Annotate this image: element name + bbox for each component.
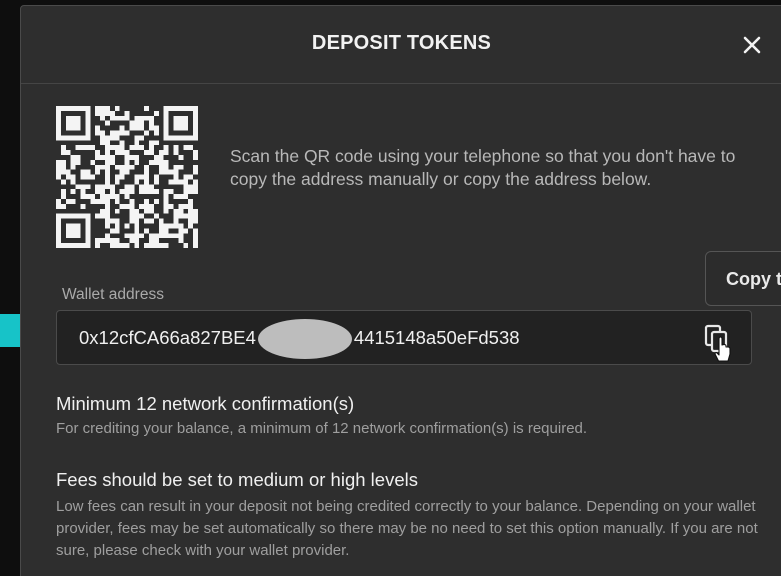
- wallet-address-field[interactable]: 0x12cfCA66a827BE4 4415148a50eFd538: [56, 310, 752, 365]
- info-title-fees: Fees should be set to medium or high lev…: [56, 469, 418, 490]
- modal-header: DEPOSIT TOKENS: [21, 6, 781, 84]
- modal-title: DEPOSIT TOKENS: [311, 32, 492, 54]
- wallet-address-label: Wallet address: [62, 286, 164, 303]
- close-button[interactable]: [739, 32, 765, 58]
- redaction-mark: [257, 319, 352, 360]
- info-title-confirmations: Minimum 12 network confirmation(s): [56, 393, 355, 414]
- deposit-tokens-modal: DEPOSIT TOKENS Scan the QR code using yo…: [20, 5, 781, 576]
- qr-code-icon: [56, 106, 198, 248]
- copy-icon: [704, 324, 731, 362]
- info-text-fees: Low fees can result in your deposit not …: [56, 498, 758, 559]
- close-icon: [743, 36, 761, 54]
- info-text-confirmations: For crediting your balance, a minimum of…: [56, 420, 588, 437]
- copy-address-button[interactable]: [703, 323, 735, 363]
- wallet-address-start: 0x12cfCA66a827BE4: [79, 327, 256, 348]
- wallet-address-value: 0x12cfCA66a827BE4 4415148a50eFd538: [79, 319, 520, 360]
- copy-tooltip: Copy t: [705, 251, 781, 306]
- qr-instructions: Scan the QR code using your telephone so…: [230, 146, 736, 189]
- wallet-address-end: 4415148a50eFd538: [353, 327, 520, 348]
